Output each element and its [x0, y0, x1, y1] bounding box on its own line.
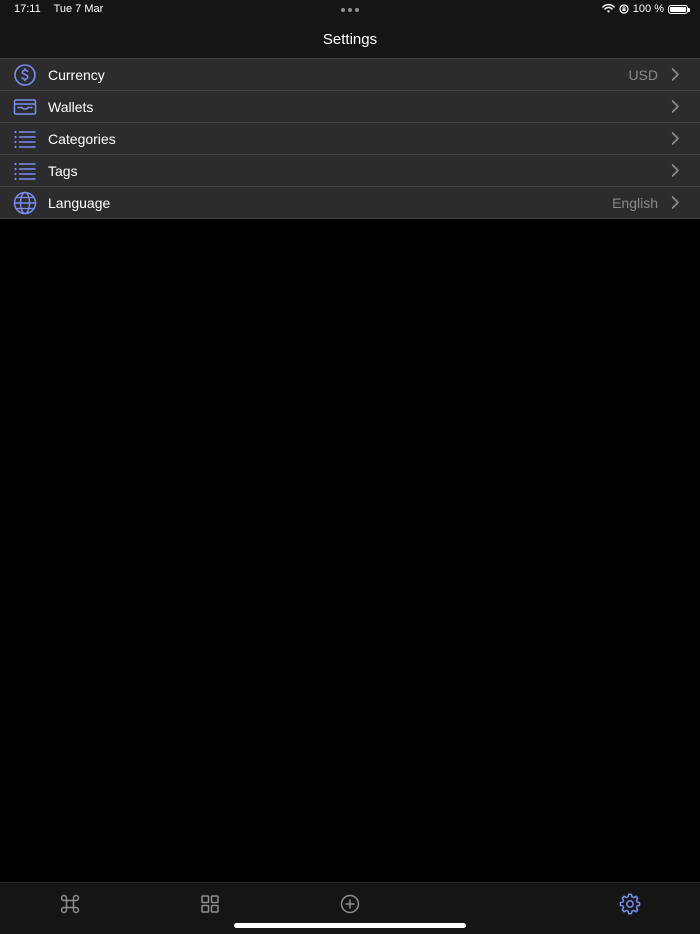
add-circle-icon — [340, 894, 360, 914]
status-time: 17:11 — [14, 3, 41, 15]
wifi-icon — [601, 4, 615, 13]
dollar-circle-icon — [14, 64, 36, 86]
wallet-card-icon — [13, 99, 37, 115]
list-icon — [14, 162, 36, 181]
grid-icon — [201, 895, 219, 913]
settings-row-label: Currency — [48, 67, 105, 83]
command-icon — [60, 894, 80, 914]
settings-row-language[interactable]: Language English — [0, 186, 700, 219]
orientation-lock-icon — [619, 4, 629, 14]
tab-settings[interactable] — [619, 893, 641, 915]
status-date: Tue 7 Mar — [53, 3, 104, 15]
chevron-right-icon — [671, 196, 679, 209]
settings-row-tags[interactable]: Tags — [0, 154, 700, 186]
settings-row-categories[interactable]: Categories — [0, 122, 700, 154]
settings-row-value: English — [612, 195, 658, 211]
tab-command[interactable] — [59, 893, 81, 915]
gear-icon — [619, 893, 641, 915]
settings-row-label: Wallets — [48, 99, 94, 115]
chevron-right-icon — [671, 68, 679, 81]
status-bar-right: 100 % — [601, 3, 690, 15]
settings-row-label: Language — [48, 195, 111, 211]
multitasking-dots-icon[interactable] — [341, 8, 359, 12]
globe-icon — [13, 191, 37, 215]
home-indicator[interactable] — [234, 923, 466, 928]
tab-add[interactable] — [339, 893, 361, 915]
chevron-right-icon — [671, 132, 679, 145]
battery-fill — [670, 6, 686, 12]
chevron-right-icon — [671, 100, 679, 113]
status-bar-left: 17:11 Tue 7 Mar — [14, 3, 113, 15]
settings-row-wallets[interactable]: Wallets — [0, 90, 700, 122]
battery-icon — [668, 4, 690, 14]
battery-percentage: 100 % — [632, 3, 664, 15]
settings-row-value: USD — [628, 67, 658, 83]
settings-row-label: Categories — [48, 131, 116, 147]
list-icon — [14, 130, 36, 149]
settings-list: Currency USD Wallets Categories Tags Lan… — [0, 58, 700, 219]
tab-grid[interactable] — [199, 893, 221, 915]
settings-screen: 17:11 Tue 7 Mar 100 % Settings Currency … — [0, 0, 700, 934]
settings-row-label: Tags — [48, 163, 78, 179]
top-bar: 17:11 Tue 7 Mar 100 % Settings — [0, 0, 700, 58]
page-title: Settings — [322, 31, 378, 48]
chevron-right-icon — [671, 164, 679, 177]
settings-row-currency[interactable]: Currency USD — [0, 58, 700, 90]
